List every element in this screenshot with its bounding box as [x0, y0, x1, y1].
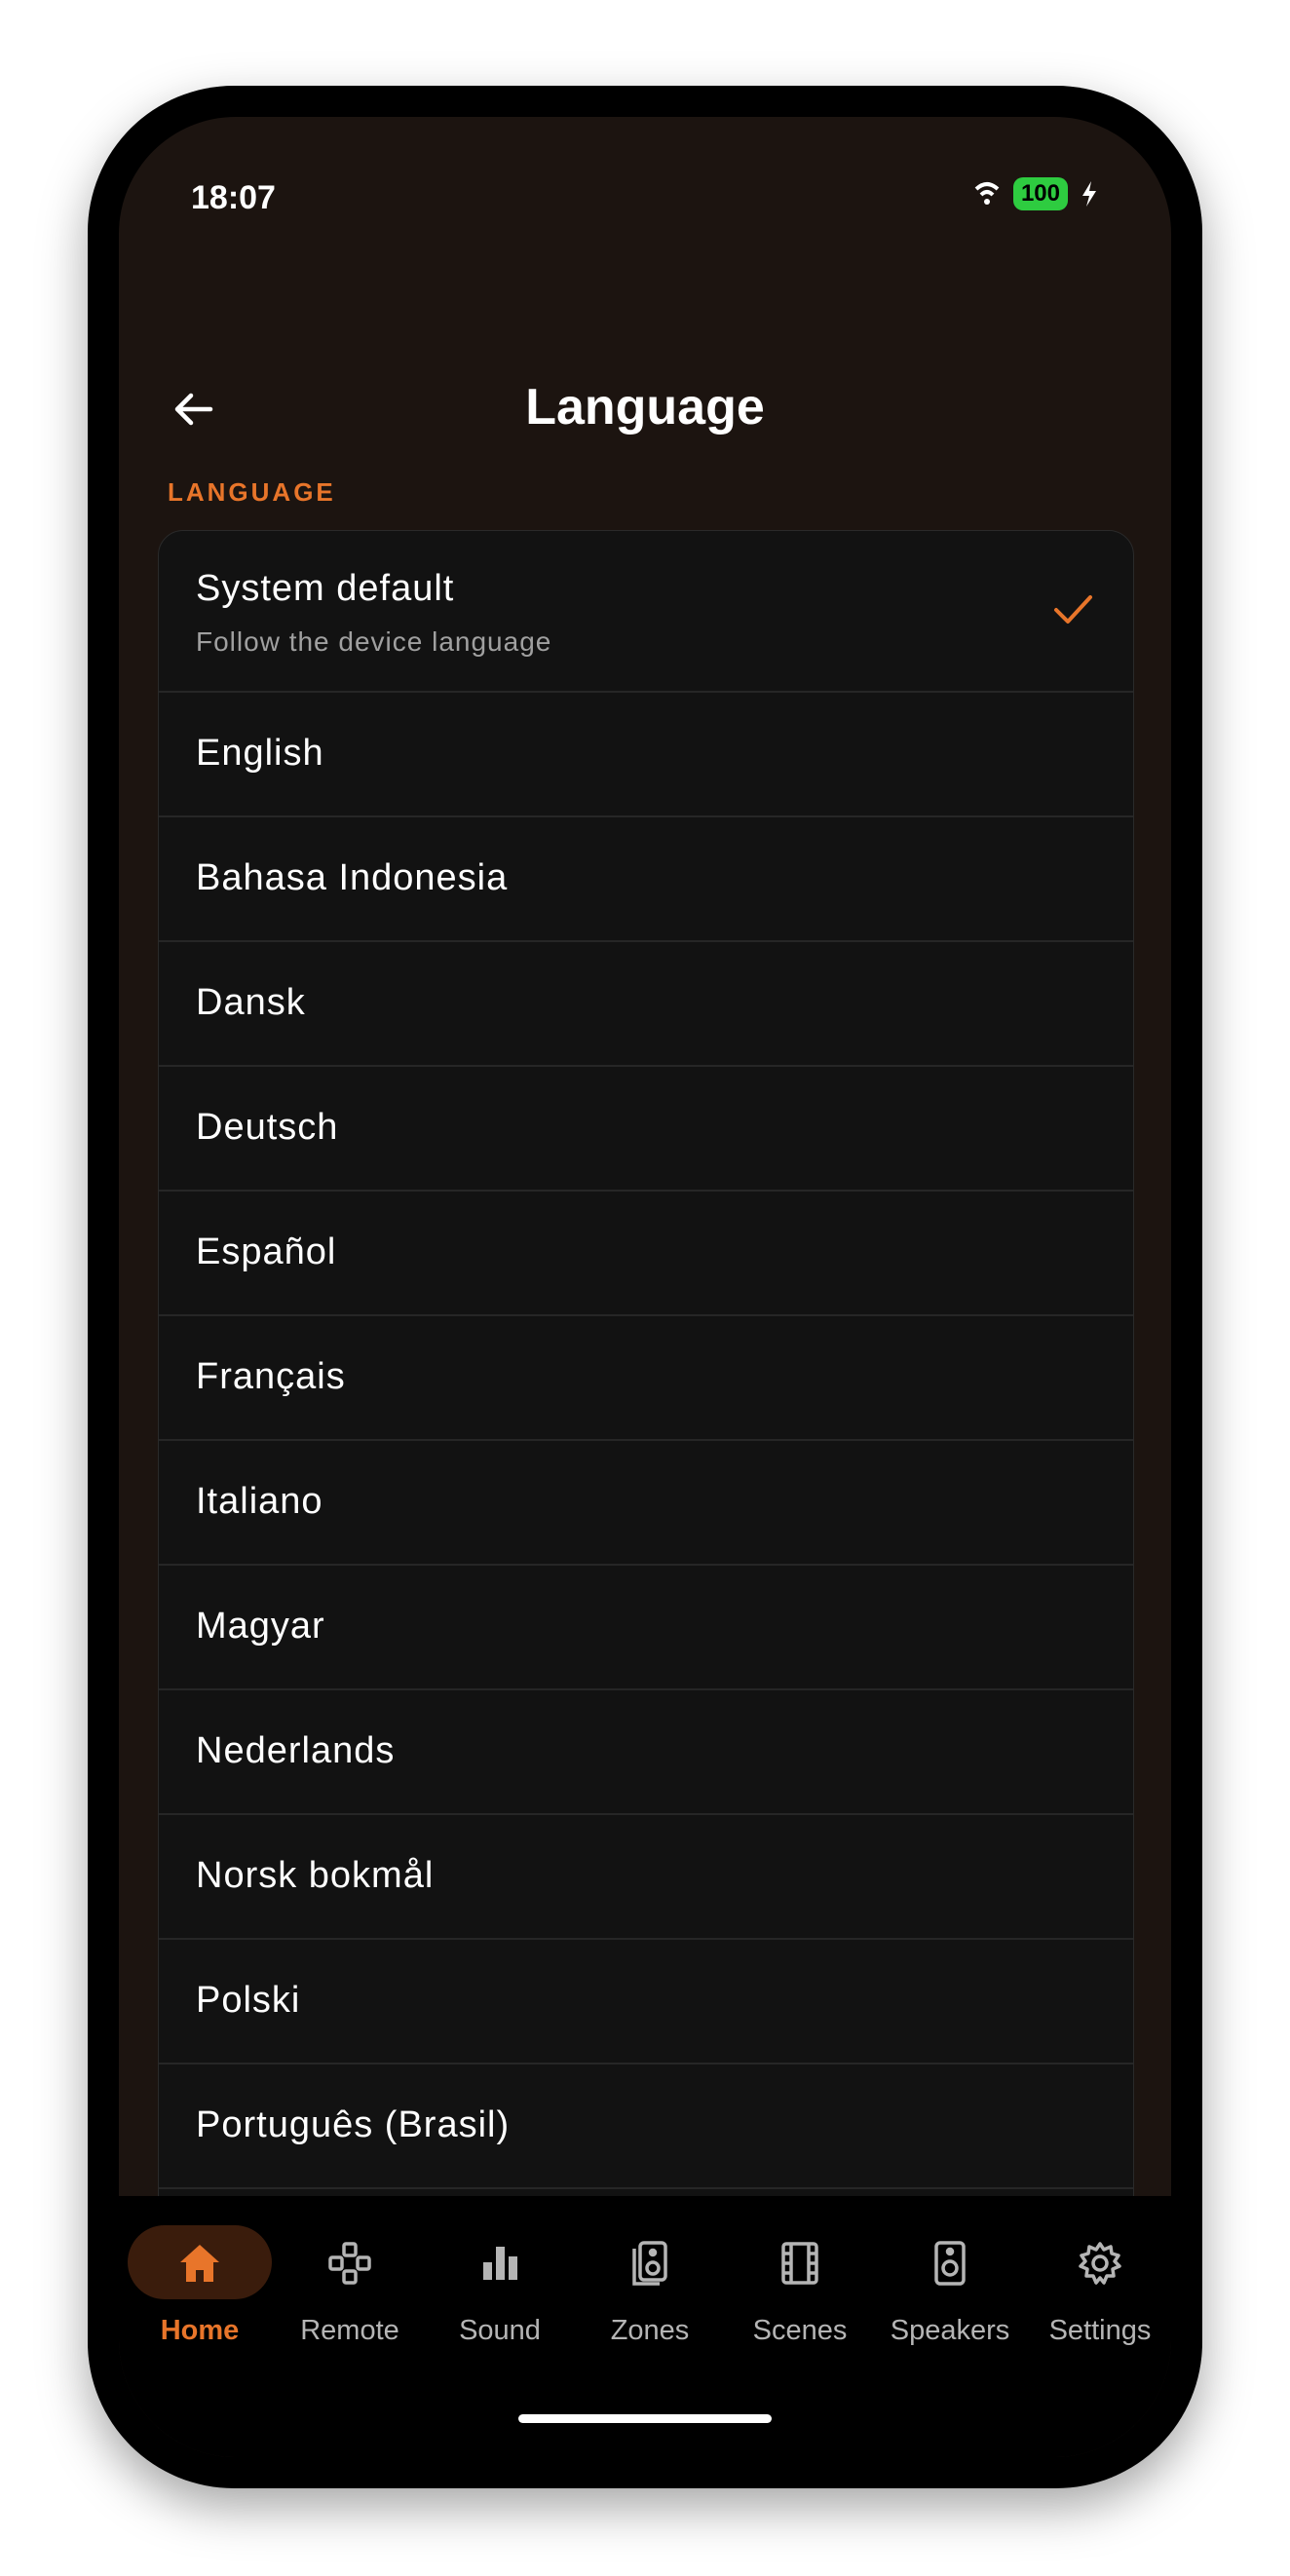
- zones-icon: [632, 2241, 667, 2286]
- language-item-system-default[interactable]: System default Follow the device languag…: [159, 531, 1133, 693]
- nav-remote[interactable]: Remote: [277, 2225, 423, 2371]
- language-item[interactable]: Français: [159, 1316, 1133, 1441]
- nav-settings[interactable]: Settings: [1027, 2225, 1171, 2371]
- language-label: Nederlands: [196, 1730, 396, 1771]
- home-indicator[interactable]: [518, 2414, 772, 2423]
- language-label: System default: [196, 568, 455, 609]
- nav-label: Settings: [1048, 2315, 1152, 2346]
- language-list: System default Follow the device languag…: [158, 530, 1134, 2442]
- status-icons: 100: [972, 177, 1099, 210]
- battery-level: 100: [1012, 177, 1068, 210]
- language-label: Magyar: [196, 1606, 325, 1647]
- language-item[interactable]: English: [159, 693, 1133, 817]
- nav-scenes[interactable]: Scenes: [727, 2225, 873, 2371]
- nav-home[interactable]: Home: [127, 2225, 273, 2371]
- language-label: Español: [196, 1231, 337, 1272]
- language-item[interactable]: Norsk bokmål: [159, 1815, 1133, 1940]
- language-item[interactable]: Español: [159, 1192, 1133, 1316]
- nav-zones[interactable]: Zones: [577, 2225, 723, 2371]
- language-item[interactable]: Bahasa Indonesia: [159, 817, 1133, 942]
- language-item[interactable]: Magyar: [159, 1566, 1133, 1690]
- language-label: English: [196, 733, 324, 774]
- language-item[interactable]: Dansk: [159, 942, 1133, 1067]
- nav-sound[interactable]: Sound: [427, 2225, 573, 2371]
- gear-icon: [1079, 2242, 1121, 2285]
- page-title: Language: [525, 379, 765, 436]
- language-label: Norsk bokmål: [196, 1855, 435, 1896]
- sound-icon: [483, 2247, 517, 2280]
- app-bar: Language: [119, 360, 1171, 458]
- language-item[interactable]: Nederlands: [159, 1690, 1133, 1815]
- language-label: Português (Brasil): [196, 2104, 511, 2145]
- charging-icon: [1082, 181, 1096, 207]
- scenes-icon: [781, 2242, 818, 2285]
- language-item[interactable]: Polski: [159, 1940, 1133, 2065]
- language-item[interactable]: Italiano: [159, 1441, 1133, 1566]
- speakers-icon: [934, 2241, 966, 2286]
- check-icon: [1054, 595, 1092, 624]
- status-time: 18:07: [191, 179, 276, 216]
- language-item[interactable]: Deutsch: [159, 1067, 1133, 1192]
- language-label: Français: [196, 1356, 346, 1397]
- home-icon: [180, 2245, 219, 2282]
- section-label: LANGUAGE: [168, 477, 336, 507]
- nav-speakers[interactable]: Speakers: [877, 2225, 1023, 2371]
- language-label: Polski: [196, 1980, 301, 2021]
- remote-icon: [328, 2242, 371, 2285]
- phone-frame: 18:07 100 Language LANGUAGE System defau…: [88, 86, 1202, 2488]
- language-label: Italiano: [196, 1481, 323, 1522]
- language-label: Dansk: [196, 982, 306, 1023]
- screen: 18:07 100 Language LANGUAGE System defau…: [119, 117, 1171, 2457]
- language-subtitle: Follow the device language: [196, 626, 552, 657]
- status-bar: 18:07 100: [119, 117, 1171, 253]
- language-label: Bahasa Indonesia: [196, 857, 509, 898]
- language-item[interactable]: Português (Brasil): [159, 2065, 1133, 2189]
- language-label: Deutsch: [196, 1107, 339, 1148]
- wifi-icon: [974, 182, 1000, 205]
